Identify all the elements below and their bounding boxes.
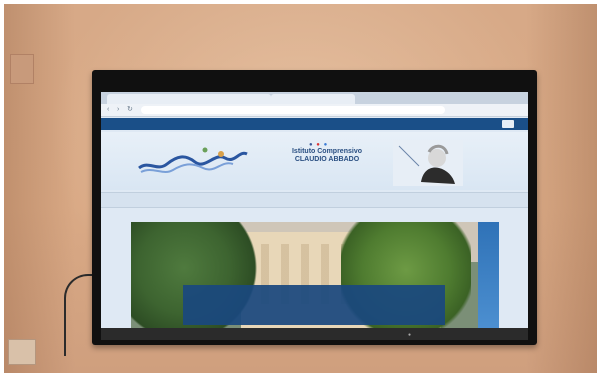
reload-icon[interactable]: ↻ xyxy=(127,106,135,114)
back-icon[interactable]: ‹ xyxy=(107,106,115,114)
address-bar[interactable]: ‹ › ↻ xyxy=(101,104,528,117)
forward-icon[interactable]: › xyxy=(117,106,125,114)
wall-outlet xyxy=(8,339,36,365)
site-header: ● ● ● Istituto Comprensivo CLAUDIO ABBAD… xyxy=(101,132,528,190)
url-input[interactable] xyxy=(141,106,445,114)
notice-button[interactable] xyxy=(502,120,514,128)
site-title-line1: Istituto Comprensivo xyxy=(291,148,362,155)
main-menu xyxy=(101,192,528,208)
school-logo[interactable] xyxy=(137,142,249,180)
tv-bottom-bezel xyxy=(101,328,528,340)
browser-tab-bar[interactable] xyxy=(101,92,528,104)
hero-side-panel xyxy=(478,222,499,328)
browser-tab-1[interactable] xyxy=(107,94,271,104)
site-title: Istituto Comprensivo CLAUDIO ABBADO xyxy=(279,148,375,164)
portrait-illustration xyxy=(393,140,463,186)
tv-screen[interactable]: ‹ › ↻ ● ● ● Istituto Comprensivo CLAUDIO… xyxy=(101,92,528,328)
tv-power-indicator: ● xyxy=(408,332,412,338)
cookie-banner xyxy=(183,285,445,325)
site-notice-bar xyxy=(101,118,528,130)
site-title-line2: CLAUDIO ABBADO xyxy=(294,156,360,163)
browser-tab-2[interactable] xyxy=(271,94,355,104)
wall-switch-plate xyxy=(10,54,34,84)
